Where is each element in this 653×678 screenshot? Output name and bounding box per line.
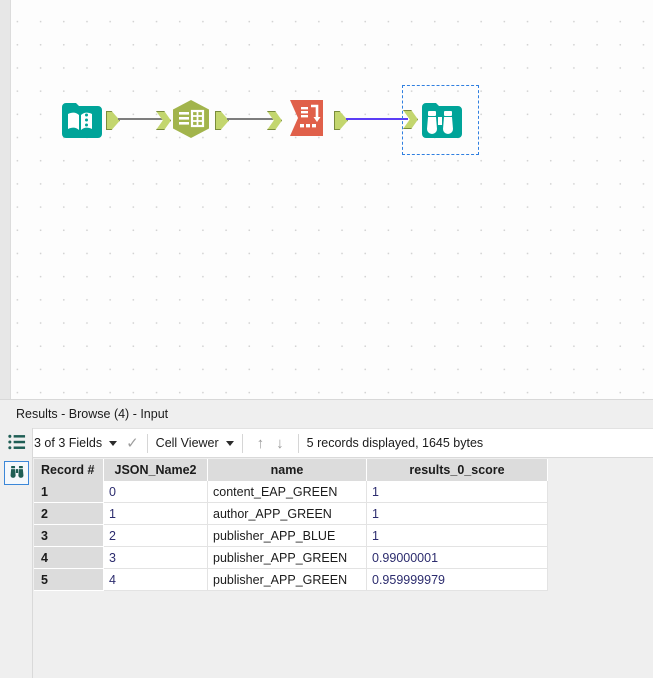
selection-marquee xyxy=(402,85,479,155)
cell-json-name2: 2 xyxy=(104,525,208,547)
toolbar-separator xyxy=(297,433,299,453)
cell-json-name2: 3 xyxy=(104,547,208,569)
table-row[interactable]: 4 3 publisher_APP_GREEN 0.99000001 xyxy=(34,547,548,569)
cell-score: 0.99000001 xyxy=(367,547,548,569)
chevron-down-icon xyxy=(109,440,118,446)
table-hex-icon xyxy=(173,100,209,138)
chevron-down-icon xyxy=(225,440,234,446)
results-grid[interactable]: Record # JSON_Name2 name results_0_score… xyxy=(34,459,548,591)
results-title-bar: Results - Browse (4) - Input xyxy=(0,400,653,427)
cell-json-name2: 1 xyxy=(104,503,208,525)
cell-record: 4 xyxy=(34,547,104,569)
table-row[interactable]: 2 1 author_APP_GREEN 1 xyxy=(34,503,548,525)
table-row[interactable]: 1 0 content_EAP_GREEN 1 xyxy=(34,481,548,503)
cell-name: publisher_APP_GREEN xyxy=(208,547,367,569)
browse-results-tab[interactable] xyxy=(4,461,29,485)
results-toolbar: 3 of 3 Fields ✓ Cell Viewer ↑ ↓ 5 record… xyxy=(0,428,653,458)
results-panel: Results - Browse (4) - Input 3 of 3 Fiel… xyxy=(0,400,653,678)
cell-name: publisher_APP_BLUE xyxy=(208,525,367,547)
cell-score: 1 xyxy=(367,481,548,503)
alteryx-designer-window: Input Data JSON Parse xyxy=(0,0,653,678)
fields-dropdown-label: 3 of 3 Fields xyxy=(34,436,103,450)
results-title-text: Results - Browse (4) - Input xyxy=(16,406,169,421)
cell-score: 0.959999979 xyxy=(367,569,548,591)
output-port-jsonparse[interactable] xyxy=(215,111,229,130)
toolbar-separator xyxy=(146,433,148,453)
tool-input-data[interactable]: Input Data xyxy=(57,96,103,142)
cell-record: 5 xyxy=(34,569,104,591)
cell-json-name2: 4 xyxy=(104,569,208,591)
cell-viewer-dropdown[interactable]: Cell Viewer xyxy=(156,436,234,450)
cell-name: content_EAP_GREEN xyxy=(208,481,367,503)
cell-score: 1 xyxy=(367,525,548,547)
connection-input-to-jsonparse[interactable] xyxy=(118,118,163,120)
book-folder-icon xyxy=(62,103,102,138)
connection-parse-to-browse[interactable] xyxy=(346,118,408,120)
canvas-left-margin xyxy=(0,0,11,400)
cell-record: 2 xyxy=(34,503,104,525)
column-header-name[interactable]: name xyxy=(208,459,367,482)
grid-header-row: Record # JSON_Name2 name results_0_score xyxy=(34,459,548,482)
cell-viewer-label: Cell Viewer xyxy=(155,436,219,450)
cell-name: author_APP_GREEN xyxy=(208,503,367,525)
output-port-parse[interactable] xyxy=(334,111,348,130)
workflow-canvas[interactable]: Input Data JSON Parse xyxy=(0,0,653,400)
toolbar-separator xyxy=(241,433,243,453)
cell-record: 3 xyxy=(34,525,104,547)
table-row[interactable]: 5 4 publisher_APP_GREEN 0.959999979 xyxy=(34,569,548,591)
list-icon[interactable] xyxy=(7,433,26,452)
parse-flag-icon xyxy=(290,100,323,136)
tool-text-to-columns[interactable]: Text To Columns xyxy=(285,95,331,141)
cell-record: 1 xyxy=(34,481,104,503)
column-header-json-name2[interactable]: JSON_Name2 xyxy=(104,459,208,482)
fields-dropdown[interactable]: 3 of 3 Fields xyxy=(34,436,118,450)
cell-name: publisher_APP_GREEN xyxy=(208,569,367,591)
output-port-input-data[interactable] xyxy=(106,111,120,130)
column-header-results-0-score[interactable]: results_0_score xyxy=(367,459,548,482)
scroll-down-button[interactable]: ↓ xyxy=(270,436,290,451)
scroll-up-button[interactable]: ↑ xyxy=(251,436,271,451)
table-row[interactable]: 3 2 publisher_APP_BLUE 1 xyxy=(34,525,548,547)
cell-score: 1 xyxy=(367,503,548,525)
input-port-parse[interactable] xyxy=(267,111,282,130)
connection-jsonparse-to-parse[interactable] xyxy=(227,118,273,120)
tool-json-parse[interactable]: JSON Parse xyxy=(168,96,214,142)
cell-json-name2: 0 xyxy=(104,481,208,503)
binoculars-icon xyxy=(10,465,23,478)
column-header-record[interactable]: Record # xyxy=(34,459,104,482)
check-icon[interactable]: ✓ xyxy=(126,436,139,451)
record-status-text: 5 records displayed, 1645 bytes xyxy=(306,436,484,450)
